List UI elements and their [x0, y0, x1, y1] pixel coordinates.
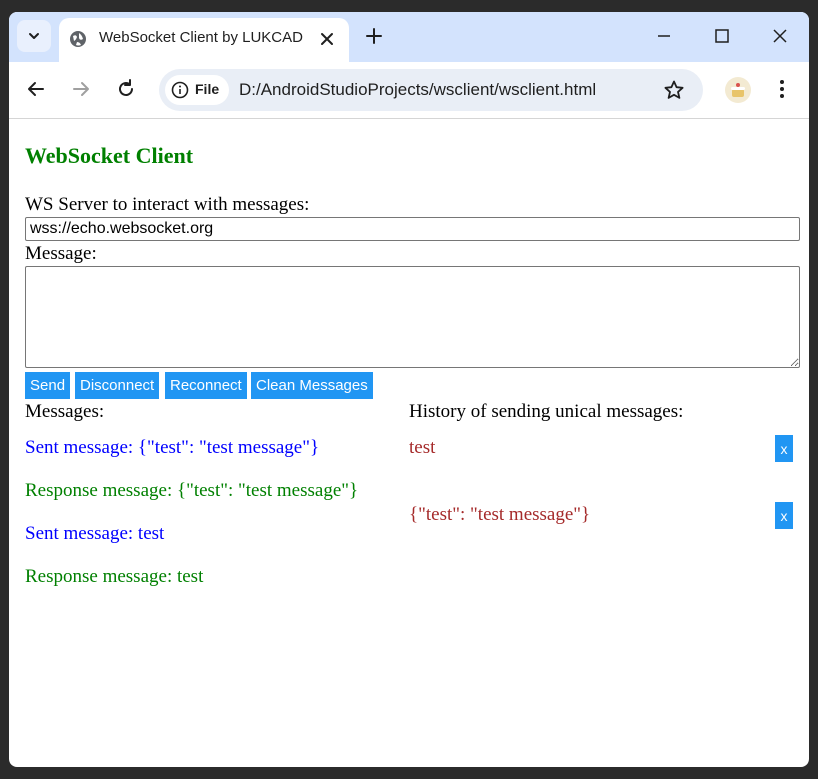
message-item-sent: Sent message: {"test": "test message"}	[25, 437, 320, 458]
message-label: Message:	[25, 243, 97, 264]
message-item-sent: Sent message: test	[25, 523, 165, 544]
back-arrow-icon[interactable]	[25, 78, 47, 100]
more-menu-icon[interactable]	[771, 78, 793, 100]
profile-avatar[interactable]	[725, 77, 751, 103]
address-bar[interactable]: File D:/AndroidStudioProjects/wsclient/w…	[159, 69, 703, 111]
site-info-chip[interactable]: File	[165, 75, 229, 105]
url-text[interactable]: D:/AndroidStudioProjects/wsclient/wsclie…	[239, 80, 596, 100]
profile-avatar-icon	[731, 83, 745, 97]
tab-title: WebSocket Client by LUKCAD	[99, 29, 303, 46]
close-window-icon[interactable]	[769, 25, 791, 47]
browser-window: WebSocket Client by LUKCAD File D:/Andro…	[9, 12, 809, 767]
history-title: History of sending unical messages:	[409, 401, 684, 422]
bookmark-star-icon[interactable]	[663, 79, 685, 101]
server-url-input[interactable]	[25, 217, 800, 241]
new-tab-icon[interactable]	[363, 25, 385, 47]
history-item[interactable]: {"test": "test message"}	[409, 504, 590, 526]
message-item-response: Response message: {"test": "test message…	[25, 480, 359, 501]
send-button[interactable]: Send	[25, 372, 71, 399]
message-textarea[interactable]	[25, 266, 800, 368]
server-label: WS Server to interact with messages:	[25, 194, 310, 215]
globe-icon	[70, 31, 86, 47]
chevron-down-icon	[29, 33, 39, 39]
tab-search-button[interactable]	[17, 20, 51, 52]
tab-strip: WebSocket Client by LUKCAD	[9, 12, 809, 62]
message-item-response: Response message: test	[25, 566, 204, 587]
maximize-icon[interactable]	[711, 25, 733, 47]
disconnect-button[interactable]: Disconnect	[75, 372, 160, 399]
history-panel: History of sending unical messages: test…	[409, 401, 794, 529]
info-icon	[171, 81, 189, 99]
close-tab-icon[interactable]	[317, 29, 337, 49]
reconnect-button[interactable]: Reconnect	[165, 372, 247, 399]
site-info-label: File	[195, 81, 220, 97]
browser-toolbar: File D:/AndroidStudioProjects/wsclient/w…	[9, 62, 809, 119]
messages-panel: Messages: Sent message: {"test": "test m…	[25, 401, 395, 587]
messages-title: Messages:	[25, 401, 105, 422]
page-title: WebSocket Client	[25, 143, 194, 168]
page-content: WebSocket Client WS Server to interact w…	[9, 119, 809, 767]
minimize-icon[interactable]	[653, 25, 675, 47]
forward-arrow-icon[interactable]	[70, 78, 92, 100]
remove-history-button[interactable]: x	[775, 502, 793, 529]
remove-history-button[interactable]: x	[775, 435, 793, 462]
history-item[interactable]: test	[409, 437, 435, 459]
reload-icon[interactable]	[115, 78, 137, 100]
clean-messages-button[interactable]: Clean Messages	[251, 372, 373, 399]
active-tab[interactable]: WebSocket Client by LUKCAD	[59, 18, 349, 62]
